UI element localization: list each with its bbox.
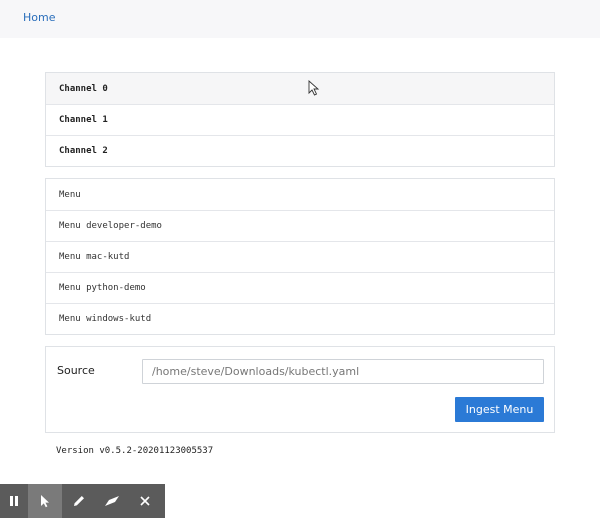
menu-item[interactable]: Menu mac-kutd bbox=[46, 241, 554, 272]
annotation-toolbar bbox=[0, 484, 165, 518]
top-nav-bar: Home bbox=[0, 0, 600, 38]
mouse-cursor-icon bbox=[308, 80, 320, 96]
menu-item[interactable]: Menu windows-kutd bbox=[46, 303, 554, 334]
menu-item[interactable]: Menu python-demo bbox=[46, 272, 554, 303]
channel-list: Channel 0 Channel 1 Channel 2 bbox=[45, 72, 555, 167]
eraser-tool-button[interactable] bbox=[95, 484, 128, 518]
menu-item[interactable]: Menu bbox=[46, 179, 554, 210]
version-text: Version v0.5.2-20201123005537 bbox=[56, 446, 214, 456]
pointer-icon bbox=[41, 495, 49, 508]
close-icon bbox=[139, 496, 150, 506]
close-toolbar-button[interactable] bbox=[128, 484, 161, 518]
pause-icon bbox=[10, 496, 18, 506]
ingest-menu-button[interactable]: Ingest Menu bbox=[455, 397, 544, 422]
channel-item[interactable]: Channel 2 bbox=[46, 135, 554, 166]
menu-item[interactable]: Menu developer-demo bbox=[46, 210, 554, 241]
ingest-panel: Source Ingest Menu bbox=[45, 346, 555, 433]
source-label: Source bbox=[57, 364, 95, 377]
home-link[interactable]: Home bbox=[23, 11, 55, 24]
channel-item[interactable]: Channel 0 bbox=[46, 73, 554, 104]
pen-tool-button[interactable] bbox=[62, 484, 95, 518]
channel-item[interactable]: Channel 1 bbox=[46, 104, 554, 135]
source-input[interactable] bbox=[142, 359, 544, 384]
pointer-tool-button[interactable] bbox=[28, 484, 62, 518]
pause-button[interactable] bbox=[0, 484, 28, 518]
menu-list: Menu Menu developer-demo Menu mac-kutd M… bbox=[45, 178, 555, 335]
eraser-icon bbox=[104, 496, 119, 506]
pen-icon bbox=[73, 496, 84, 506]
